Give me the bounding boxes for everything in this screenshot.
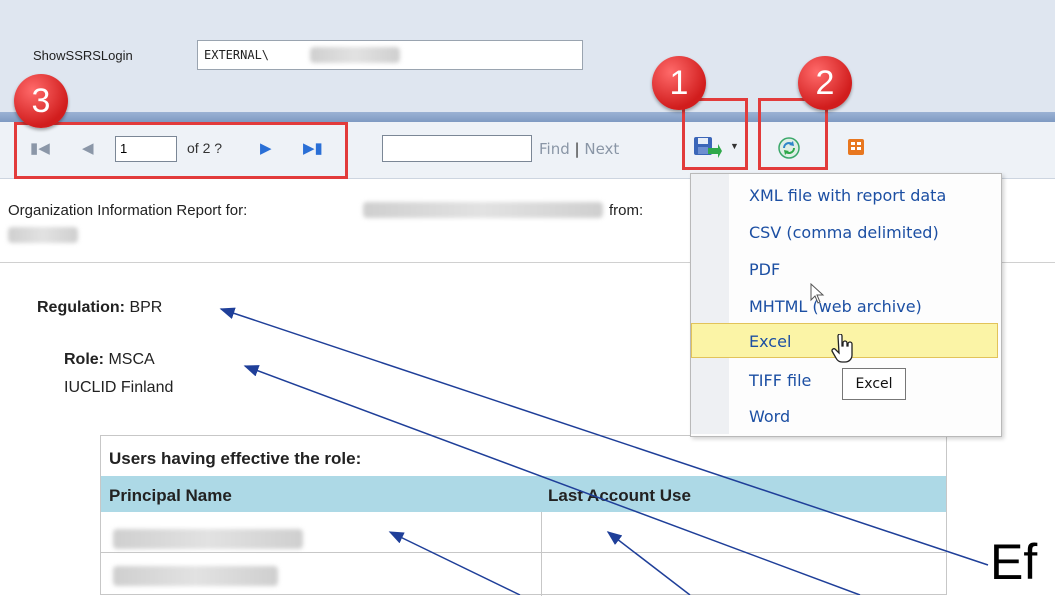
annotation-badge-3: 3 bbox=[14, 74, 68, 128]
table-caption: Users having effective the role: bbox=[109, 449, 362, 468]
menu-item-word[interactable]: Word bbox=[749, 407, 790, 426]
users-table: Users having effective the role: Princip… bbox=[100, 435, 947, 596]
role-organization: IUCLID Finland bbox=[64, 379, 174, 396]
arrow-cursor-icon bbox=[810, 283, 825, 304]
menu-item-xml[interactable]: XML file with report data bbox=[749, 186, 946, 205]
find-input[interactable] bbox=[382, 135, 532, 162]
find-next-link[interactable]: Next bbox=[584, 140, 619, 158]
login-param-value: EXTERNAL\ bbox=[204, 48, 270, 62]
report-from-label: from: bbox=[609, 202, 644, 219]
find-link[interactable]: Find bbox=[539, 140, 570, 158]
blurred-date bbox=[8, 227, 78, 243]
blurred-organization-name bbox=[363, 202, 603, 218]
callout-text: Ef bbox=[990, 534, 1038, 590]
regulation-label: Regulation: bbox=[37, 299, 125, 316]
blurred-login-suffix bbox=[310, 47, 400, 63]
find-separator: | bbox=[574, 140, 580, 158]
menu-item-mhtml[interactable]: MHTML (web archive) bbox=[749, 297, 922, 316]
menu-item-csv[interactable]: CSV (comma delimited) bbox=[749, 223, 939, 242]
hand-cursor-icon bbox=[831, 334, 853, 363]
excel-tooltip: Excel bbox=[842, 368, 906, 400]
regulation-line: Regulation: BPR bbox=[37, 299, 162, 317]
document-map-button[interactable] bbox=[846, 137, 868, 159]
parameter-divider bbox=[0, 112, 1055, 122]
role-value: MSCA bbox=[108, 351, 155, 368]
document-map-icon bbox=[848, 139, 864, 155]
table-row bbox=[113, 566, 278, 586]
annotation-box-export bbox=[682, 98, 748, 170]
annotation-badge-1: 1 bbox=[652, 56, 706, 110]
column-header-principal-name: Principal Name bbox=[109, 486, 232, 505]
menu-item-excel[interactable]: Excel bbox=[749, 332, 791, 351]
menu-item-pdf[interactable]: PDF bbox=[749, 260, 780, 279]
regulation-value: BPR bbox=[129, 299, 163, 316]
login-param-label: ShowSSRSLogin bbox=[33, 48, 133, 63]
report-header-label: Organization Information Report for: bbox=[8, 202, 248, 219]
menu-item-tiff[interactable]: TIFF file bbox=[749, 371, 811, 390]
column-header-last-account-use: Last Account Use bbox=[548, 486, 691, 505]
table-row bbox=[113, 529, 303, 549]
row-divider bbox=[101, 552, 946, 553]
find-controls: Find | Next bbox=[539, 140, 619, 158]
role-label: Role: bbox=[64, 351, 104, 368]
column-divider bbox=[541, 512, 542, 596]
role-line: Role: MSCA bbox=[64, 351, 155, 369]
annotation-badge-2: 2 bbox=[798, 56, 852, 110]
menu-icon-gutter bbox=[691, 174, 729, 434]
annotation-box-pager bbox=[14, 122, 348, 179]
